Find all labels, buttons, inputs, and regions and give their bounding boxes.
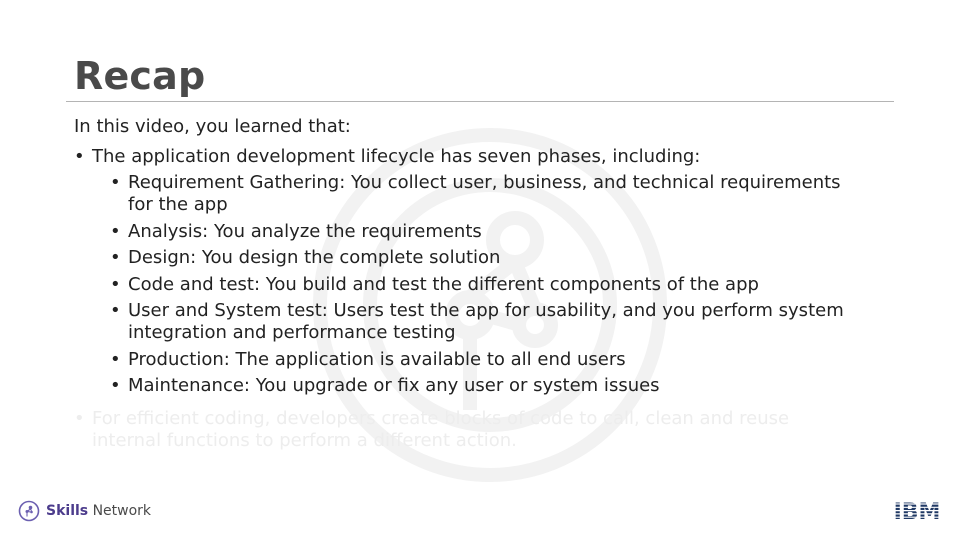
brand-name-bold: Skills: [46, 503, 89, 519]
phase-item: Maintenance: You upgrade or fix any user…: [110, 375, 870, 397]
skills-network-logo-icon: [18, 500, 40, 522]
brand-name-rest: Network: [88, 503, 152, 519]
phase-item: User and System test: Users test the app…: [110, 300, 870, 344]
phase-item: Requirement Gathering: You collect user,…: [110, 172, 870, 216]
phase-item: Production: The application is available…: [110, 349, 870, 371]
phase-item: Design: You design the complete solution: [110, 247, 870, 269]
bullet-text: The application development lifecycle ha…: [92, 146, 701, 167]
phase-item: Analysis: You analyze the requirements: [110, 221, 870, 243]
intro-text: In this video, you learned that:: [74, 116, 351, 137]
phase-item: Code and test: You build and test the di…: [110, 274, 870, 296]
recap-bullet-list: The application development lifecycle ha…: [74, 146, 874, 402]
slide-title: Recap: [74, 54, 206, 98]
ibm-logo: IBM: [892, 500, 942, 522]
faded-next-bullet: For efficient coding, developers create …: [74, 408, 852, 452]
title-divider: [66, 101, 894, 102]
phase-list: Requirement Gathering: You collect user,…: [92, 172, 870, 397]
skills-network-logo: Skills Network: [18, 500, 151, 522]
bullet-lifecycle: The application development lifecycle ha…: [74, 146, 874, 397]
